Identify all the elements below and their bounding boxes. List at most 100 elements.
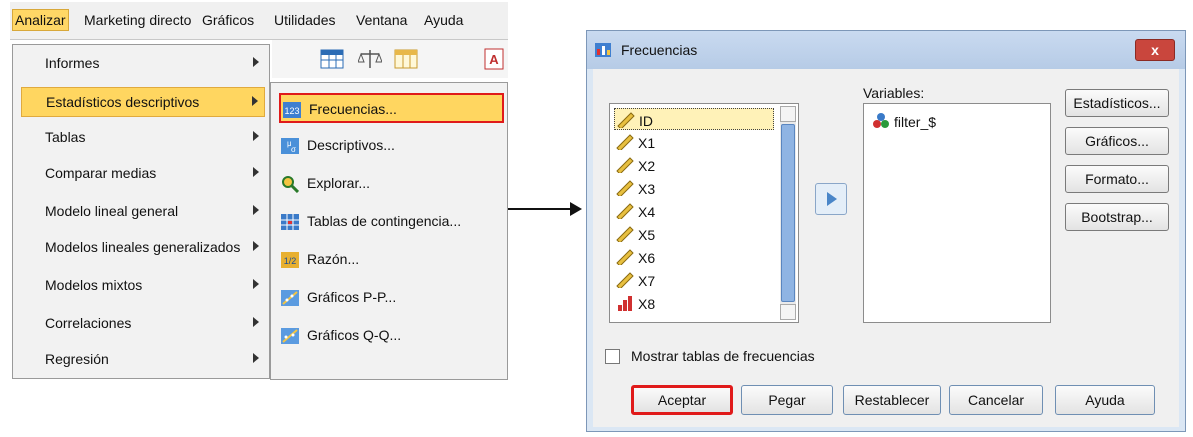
- scroll-down-icon[interactable]: [780, 304, 796, 320]
- submenu-item-label: Tablas de contingencia...: [307, 213, 462, 229]
- variable-name: X6: [638, 250, 656, 266]
- ruler-icon: [616, 272, 634, 288]
- submenu-item-tablas-contingencia[interactable]: Tablas de contingencia...: [279, 207, 504, 237]
- menu-item-modelos-mixtos[interactable]: Modelos mixtos: [21, 271, 265, 301]
- submenu-arrow-icon: [253, 167, 259, 177]
- menu-item-tablas[interactable]: Tablas: [21, 123, 265, 153]
- submenu-item-label: Gráficos Q-Q...: [307, 327, 402, 343]
- scroll-thumb[interactable]: [781, 124, 795, 302]
- ratio-icon: 1/2: [281, 252, 299, 268]
- scroll-up-icon[interactable]: [780, 106, 796, 122]
- submenu-item-graficos-qq[interactable]: Gráficos Q-Q...: [279, 321, 504, 351]
- list-item[interactable]: ID: [614, 108, 774, 130]
- arrow-right-icon: [570, 202, 582, 216]
- qq-plot-icon: [281, 328, 299, 344]
- variable-name: filter_$: [894, 114, 937, 130]
- submenu-arrow-icon: [253, 317, 259, 327]
- ruler-icon: [617, 112, 635, 128]
- ordinal-bars-icon: [618, 296, 632, 311]
- submenu-item-descriptivos[interactable]: μσ Descriptivos...: [279, 131, 504, 161]
- explore-icon: [282, 176, 299, 193]
- menu-ventana[interactable]: Ventana: [356, 12, 407, 28]
- table-icon[interactable]: [394, 48, 418, 70]
- variable-name: X8: [638, 296, 656, 312]
- frecuencias-dialog: Frecuencias x ID X1 X2 X3 X4 X5 X6 X7 X8…: [586, 30, 1186, 432]
- submenu-item-explorar[interactable]: Explorar...: [279, 169, 504, 199]
- ruler-icon: [616, 249, 634, 265]
- connector-arrow-line: [508, 208, 572, 210]
- data-view-icon[interactable]: [320, 48, 344, 70]
- ruler-icon: [616, 226, 634, 242]
- submenu-item-frecuencias[interactable]: 123 Frecuencias...: [279, 93, 504, 123]
- submenu-item-label: Frecuencias...: [309, 101, 397, 117]
- menu-item-regresion[interactable]: Regresión: [21, 345, 265, 375]
- menu-bar: Analizar Marketing directo Gráficos Util…: [10, 2, 508, 40]
- menu-ayuda[interactable]: Ayuda: [424, 12, 463, 28]
- graficos-button[interactable]: Gráficos...: [1065, 127, 1169, 155]
- menu-utilidades[interactable]: Utilidades: [274, 12, 335, 28]
- menu-marketing-directo[interactable]: Marketing directo: [84, 12, 191, 28]
- submenu-arrow-icon: [253, 131, 259, 141]
- svg-text:1/2: 1/2: [284, 256, 297, 266]
- menu-item-label: Modelos lineales generalizados: [45, 239, 241, 255]
- list-item[interactable]: X1: [614, 131, 774, 153]
- arrow-right-icon: [827, 192, 837, 206]
- list-item[interactable]: X8: [614, 292, 774, 314]
- value-labels-icon[interactable]: A: [482, 48, 506, 70]
- vertical-scrollbar[interactable]: [780, 106, 796, 320]
- target-variable-list[interactable]: filter_$: [863, 103, 1051, 323]
- menu-item-modelo-lineal-general[interactable]: Modelo lineal general: [21, 197, 265, 227]
- svg-text:A: A: [489, 52, 499, 67]
- menu-item-modelos-lineales-generalizados[interactable]: Modelos lineales generalizados: [21, 233, 265, 263]
- restablecer-button[interactable]: Restablecer: [843, 385, 941, 415]
- list-item[interactable]: X4: [614, 200, 774, 222]
- ayuda-button[interactable]: Ayuda: [1055, 385, 1155, 415]
- dialog-titlebar[interactable]: Frecuencias x: [587, 31, 1185, 69]
- list-item[interactable]: X5: [614, 223, 774, 245]
- variable-name: X7: [638, 273, 656, 289]
- close-icon: x: [1151, 42, 1159, 58]
- variable-name: X1: [638, 135, 656, 151]
- scale-icon[interactable]: [358, 48, 382, 70]
- dialog-title: Frecuencias: [621, 42, 698, 58]
- menu-item-informes[interactable]: Informes: [21, 49, 265, 79]
- svg-text:123: 123: [284, 106, 299, 116]
- svg-text:σ: σ: [291, 145, 296, 154]
- show-frequency-tables-checkbox[interactable]: [605, 349, 620, 364]
- formato-button[interactable]: Formato...: [1065, 165, 1169, 193]
- submenu-arrow-icon: [253, 241, 259, 251]
- cancelar-button[interactable]: Cancelar: [949, 385, 1043, 415]
- frequencies-icon: 123: [283, 102, 301, 118]
- variable-name: ID: [639, 113, 653, 129]
- ruler-icon: [616, 134, 634, 150]
- dialog-content: ID X1 X2 X3 X4 X5 X6 X7 X8 Variables: fi…: [593, 69, 1179, 427]
- move-variable-button[interactable]: [815, 183, 847, 215]
- close-button[interactable]: x: [1135, 39, 1175, 61]
- menu-analizar[interactable]: Analizar: [12, 9, 69, 31]
- menu-graficos[interactable]: Gráficos: [202, 12, 254, 28]
- list-item[interactable]: X2: [614, 154, 774, 176]
- descriptives-submenu: 123 Frecuencias... μσ Descriptivos... Ex…: [270, 82, 508, 380]
- pp-plot-icon: [281, 290, 299, 306]
- list-item[interactable]: X7: [614, 269, 774, 291]
- pegar-button[interactable]: Pegar: [741, 385, 833, 415]
- menu-item-label: Regresión: [45, 351, 109, 367]
- ruler-icon: [616, 157, 634, 173]
- submenu-arrow-icon: [253, 279, 259, 289]
- submenu-item-graficos-pp[interactable]: Gráficos P-P...: [279, 283, 504, 313]
- aceptar-button[interactable]: Aceptar: [631, 385, 733, 415]
- menu-item-correlaciones[interactable]: Correlaciones: [21, 309, 265, 339]
- menu-item-comparar-medias[interactable]: Comparar medias: [21, 159, 265, 189]
- menu-item-label: Tablas: [45, 129, 86, 145]
- show-frequency-tables-label: Mostrar tablas de frecuencias: [631, 348, 815, 364]
- submenu-arrow-icon: [253, 205, 259, 215]
- list-item[interactable]: X3: [614, 177, 774, 199]
- menu-item-estadisticos-descriptivos[interactable]: Estadísticos descriptivos: [21, 87, 265, 117]
- bootstrap-button[interactable]: Bootstrap...: [1065, 203, 1169, 231]
- estadisticos-button[interactable]: Estadísticos...: [1065, 89, 1169, 117]
- submenu-item-razon[interactable]: 1/2 Razón...: [279, 245, 504, 275]
- submenu-arrow-icon: [253, 353, 259, 363]
- list-item[interactable]: X6: [614, 246, 774, 268]
- analyze-menu: Informes Estadísticos descriptivos Tabla…: [12, 44, 270, 379]
- source-variable-list[interactable]: ID X1 X2 X3 X4 X5 X6 X7 X8: [609, 103, 799, 323]
